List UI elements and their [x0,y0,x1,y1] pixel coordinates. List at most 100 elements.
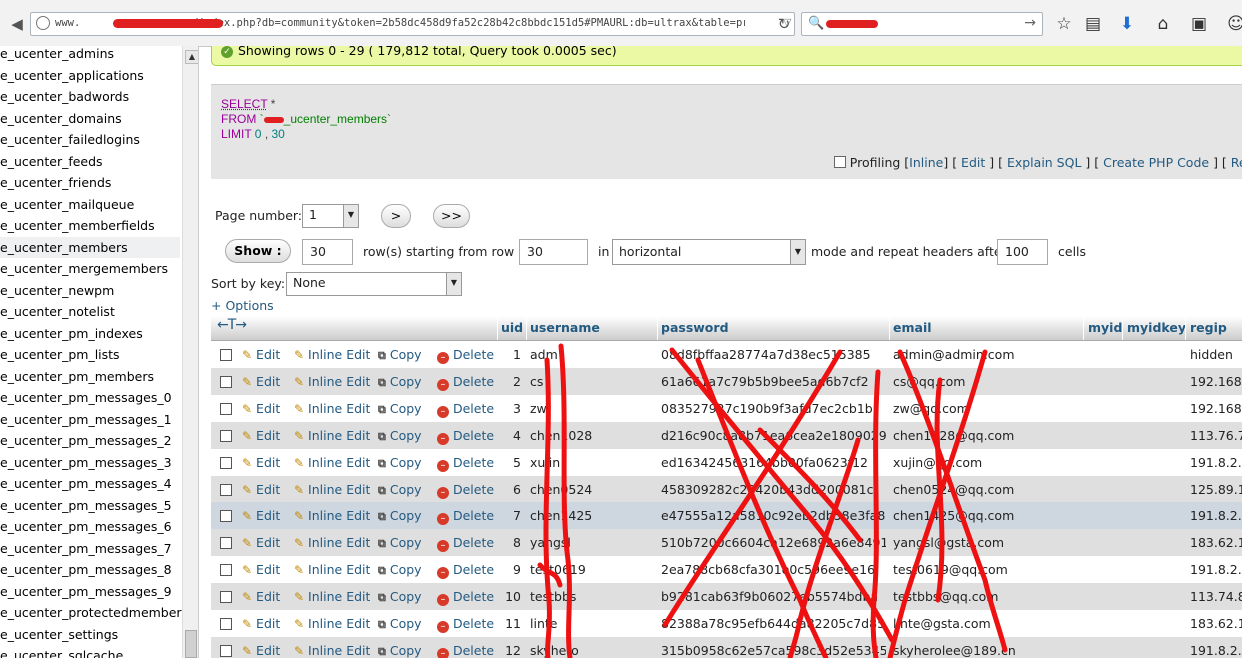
show-button[interactable]: Show : [225,239,291,263]
cell-username[interactable]: linte [530,616,654,631]
sidebar-item[interactable]: e_ucenter_pm_members [0,366,180,388]
edit-action[interactable]: ✎ Edit [242,616,280,631]
cell-username[interactable]: chen1425 [530,508,654,523]
inline-edit-action[interactable]: ✎ Inline Edit [294,374,370,389]
cell-regip[interactable]: 192.168.1 [1190,374,1242,389]
row-checkbox[interactable] [220,537,232,550]
menu-icon[interactable]: ☺ [1224,12,1242,36]
sidebar-item[interactable]: e_ucenter_members [0,236,180,258]
cell-username[interactable]: chen0524 [530,482,654,497]
inline-edit-action[interactable]: ✎ Inline Edit [294,455,370,470]
table-row[interactable]: ✎ Edit ✎ Inline Edit ⧉ Copy – Delete 4 chen10… [211,421,1242,449]
cell-username[interactable]: xujin [530,455,654,470]
cell-uid[interactable]: 4 [497,428,521,443]
edit-sql-link[interactable]: Edit [961,155,985,170]
cell-regip[interactable]: 191.8.2.2 [1190,508,1242,523]
inline-link[interactable]: Inline [909,155,943,170]
sidebar-item[interactable]: e_ucenter_pm_lists [0,344,180,366]
copy-action[interactable]: ⧉ Copy [378,482,422,498]
cell-uid[interactable]: 12 [497,643,521,658]
cell-username[interactable]: test0619 [530,562,654,577]
column-email[interactable]: email [893,320,932,335]
edit-action[interactable]: ✎ Edit [242,562,280,577]
delete-action[interactable]: – Delete [437,508,494,526]
delete-action[interactable]: – Delete [437,374,494,391]
back-icon[interactable]: ◀ [6,12,28,36]
copy-action[interactable]: ⧉ Copy [378,401,422,417]
cell-regip[interactable]: 192.168.1 [1190,401,1242,416]
screenshot-icon[interactable]: ▣ [1187,12,1211,36]
cell-regip[interactable]: 191.8.2.2 [1190,562,1242,577]
cell-regip[interactable]: 183.62.12 [1190,616,1242,631]
table-row[interactable]: ✎ Edit ✎ Inline Edit ⧉ Copy – Delete 11 linte… [211,610,1242,637]
search-box[interactable]: 🔍 → [801,12,1043,36]
cell-password[interactable]: 61a661a7c79b5b9bee5ad6b7cf2 [661,374,886,389]
copy-action[interactable]: ⧉ Copy [378,643,422,658]
cell-password[interactable]: 82388a78c95efb644da82205c7d85a [661,616,886,631]
sidebar-item[interactable]: e_ucenter_mailqueue [0,194,180,216]
row-checkbox[interactable] [220,456,232,469]
delete-action[interactable]: – Delete [437,643,494,658]
sidebar-scrollbar[interactable]: ▲ [182,46,198,658]
column-myidkey[interactable]: myidkey [1127,320,1186,335]
delete-action[interactable]: – Delete [437,428,494,445]
inline-edit-action[interactable]: ✎ Inline Edit [294,643,370,658]
edit-action[interactable]: ✎ Edit [242,535,280,550]
cell-uid[interactable]: 9 [497,562,521,577]
copy-action[interactable]: ⧉ Copy [378,589,422,605]
row-checkbox[interactable] [220,618,232,630]
sidebar-item[interactable]: e_ucenter_pm_messages_4 [0,473,180,495]
cell-uid[interactable]: 7 [497,508,521,523]
cell-password[interactable]: 083527927c190b9f3afd7ec2cb1b [661,401,886,416]
display-mode-select[interactable]: horizontal ▼ [612,239,806,265]
sidebar-item[interactable]: e_ucenter_pm_messages_6 [0,516,180,538]
cell-regip[interactable]: 183.62.12 [1190,535,1242,550]
copy-action[interactable]: ⧉ Copy [378,347,422,363]
sql-select-keyword[interactable]: SELECT [221,97,267,111]
sidebar-item[interactable]: e_ucenter_memberfields [0,215,180,237]
cell-email[interactable]: yangsl@gsta.com [893,535,1081,550]
edit-action[interactable]: ✎ Edit [242,455,280,470]
cell-password[interactable]: e47555a12a5810c92eb2db58e3fa81 [661,508,886,523]
cell-uid[interactable]: 6 [497,482,521,497]
sidebar-item[interactable]: e_ucenter_badwords [0,86,180,108]
sidebar-item[interactable]: e_ucenter_pm_messages_8 [0,559,180,581]
cell-uid[interactable]: 8 [497,535,521,550]
cell-regip[interactable]: 125.89.10 [1190,482,1242,497]
row-checkbox[interactable] [220,375,232,388]
row-checkbox[interactable] [220,483,232,496]
delete-action[interactable]: – Delete [437,455,494,472]
cell-regip[interactable]: 191.8.2.2 [1190,455,1242,470]
cell-email[interactable]: chen1028@qq.com [893,428,1081,443]
cell-email[interactable]: zw@qq.com [893,401,1081,416]
edit-action[interactable]: ✎ Edit [242,482,280,497]
cell-uid[interactable]: 5 [497,455,521,470]
column-uid[interactable]: uid [501,320,523,335]
sidebar-item[interactable]: e_ucenter_pm_indexes [0,323,180,345]
cell-uid[interactable]: 2 [497,374,521,389]
last-page-button[interactable]: >> [433,204,470,228]
cell-password[interactable]: d216c90c8a8b71ea6cea2e1809029 [661,428,886,443]
cell-username[interactable]: skyhero [530,643,654,658]
explain-sql-link[interactable]: Explain SQL [1007,155,1081,170]
edit-action[interactable]: ✎ Edit [242,508,280,523]
cell-password[interactable]: 458309282c28420b43dd200081c [661,482,886,497]
delete-action[interactable]: – Delete [437,616,494,633]
table-row[interactable]: ✎ Edit ✎ Inline Edit ⧉ Copy – Delete 1 adm 08d… [211,341,1242,368]
copy-action[interactable]: ⧉ Copy [378,535,422,551]
edit-action[interactable]: ✎ Edit [242,428,280,443]
table-row[interactable]: ✎ Edit ✎ Inline Edit ⧉ Copy – Delete 9 test06… [211,556,1242,584]
inline-edit-action[interactable]: ✎ Inline Edit [294,616,370,631]
cell-username[interactable]: cs [530,374,654,389]
cell-regip[interactable]: 113.74.85 [1190,589,1242,604]
cell-email[interactable]: xujin@qq.com [893,455,1081,470]
sidebar-item[interactable]: e_ucenter_pm_messages_3 [0,452,180,474]
row-checkbox[interactable] [220,591,232,604]
inline-edit-action[interactable]: ✎ Inline Edit [294,535,370,550]
column-username[interactable]: username [530,320,600,335]
sidebar-item[interactable]: e_ucenter_feeds [0,151,180,173]
table-row[interactable]: ✎ Edit ✎ Inline Edit ⧉ Copy – Delete 7 chen14… [211,502,1242,530]
cell-email[interactable]: cs@qq.com [893,374,1081,389]
inline-edit-action[interactable]: ✎ Inline Edit [294,562,370,577]
scrollbar-thumb[interactable] [185,630,197,658]
